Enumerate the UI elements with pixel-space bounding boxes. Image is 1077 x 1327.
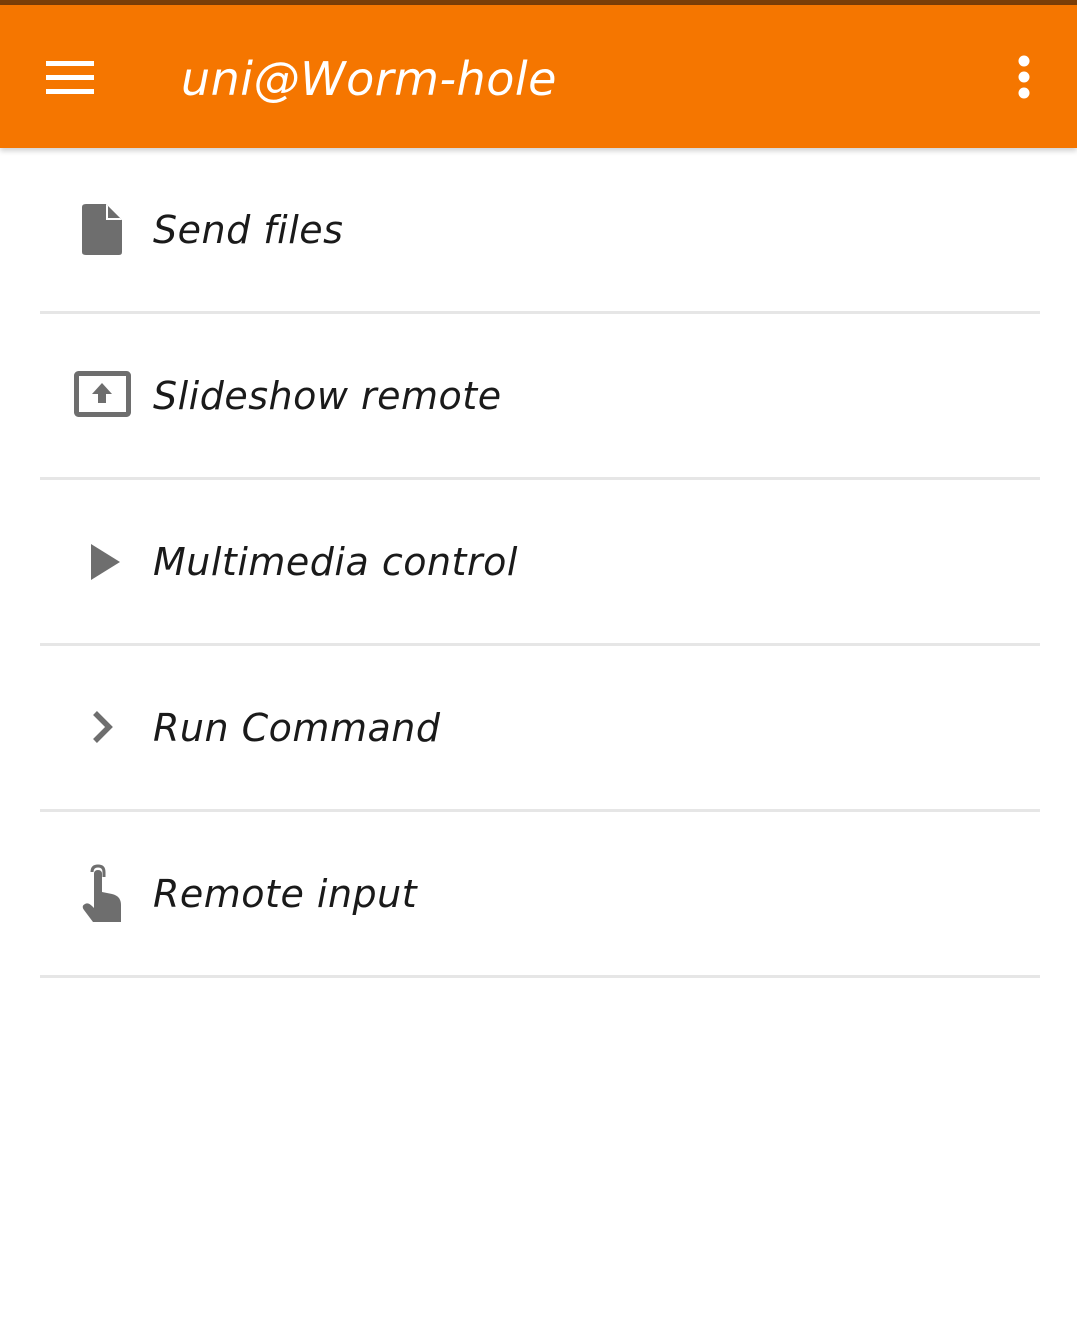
plugin-item-send-files[interactable]: Send files [0, 148, 1077, 314]
plugin-label: Multimedia control [153, 540, 518, 584]
touch-hand-icon [68, 862, 136, 926]
presentation-upload-icon [68, 364, 136, 428]
play-icon [68, 530, 136, 594]
hamburger-menu-icon [46, 61, 94, 94]
more-vertical-icon [1018, 55, 1030, 99]
chevron-right-icon [68, 696, 136, 760]
plugin-label: Run Command [153, 706, 441, 750]
plugin-list: Send files Slideshow remote Multimedia c… [0, 148, 1077, 978]
overflow-menu-button[interactable] [996, 41, 1052, 115]
file-icon [68, 198, 136, 262]
plugin-item-slideshow-remote[interactable]: Slideshow remote [0, 314, 1077, 480]
app-bar: uni@Worm-hole [0, 5, 1077, 148]
plugin-label: Send files [153, 208, 344, 252]
plugin-item-remote-input[interactable]: Remote input [0, 812, 1077, 978]
plugin-label: Remote input [153, 872, 418, 916]
plugin-label: Slideshow remote [153, 374, 502, 418]
plugin-item-run-command[interactable]: Run Command [0, 646, 1077, 812]
app-title: uni@Worm-hole [181, 52, 557, 106]
plugin-item-multimedia-control[interactable]: Multimedia control [0, 480, 1077, 646]
hamburger-menu-button[interactable] [30, 41, 112, 115]
